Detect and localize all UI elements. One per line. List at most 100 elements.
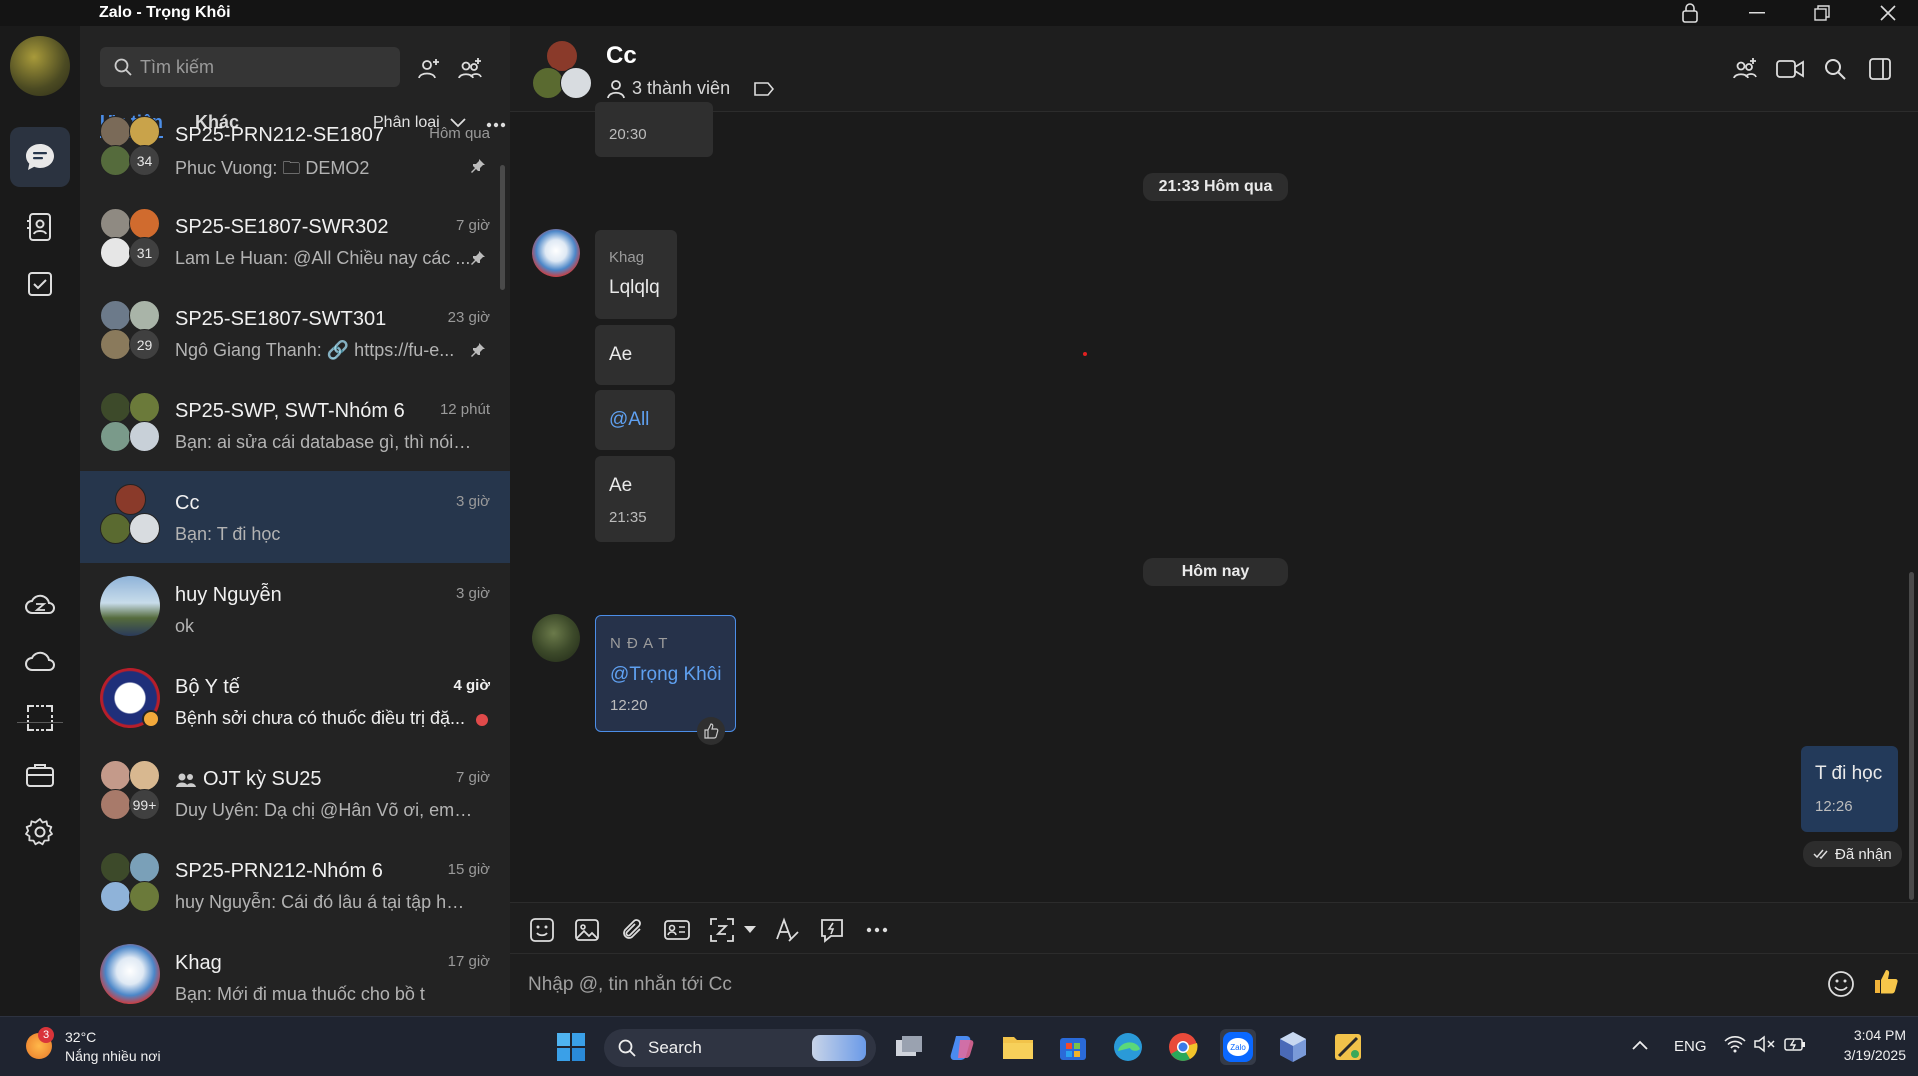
task-view-icon[interactable] — [891, 1029, 927, 1065]
edge-browser-icon[interactable] — [1110, 1029, 1146, 1065]
conversation-time: 4 giờ — [453, 677, 490, 694]
conversation-preview: ok — [175, 616, 195, 636]
member-count-badge: 99+ — [129, 789, 160, 820]
image-icon[interactable] — [572, 915, 602, 945]
contacts-nav-icon[interactable] — [10, 197, 70, 257]
screenshot-icon[interactable] — [10, 688, 70, 748]
battery-icon[interactable] — [1784, 1036, 1806, 1057]
svg-text:Zalo: Zalo — [1230, 1043, 1246, 1052]
conversation-name: huy Nguyễn — [175, 584, 282, 606]
conversation-preview: Bạn: ai sửa cái database gì, thì nói lên… — [175, 432, 475, 452]
todo-nav-icon[interactable] — [10, 254, 70, 314]
thumbs-up-send-icon[interactable] — [1872, 968, 1900, 1001]
chevron-down-icon[interactable] — [735, 915, 765, 945]
more-options-icon[interactable] — [862, 915, 892, 945]
chrome-browser-icon[interactable] — [1165, 1029, 1201, 1065]
file-explorer-icon[interactable] — [1000, 1029, 1036, 1065]
conversation-item[interactable]: 31 SP25-SE1807-SWR302 7 giờ Lam Le Huan:… — [80, 195, 510, 287]
volume-muted-icon[interactable] — [1754, 1035, 1776, 1058]
chevron-up-icon[interactable] — [1632, 1037, 1648, 1055]
sticker-icon[interactable] — [527, 915, 557, 945]
quick-message-icon[interactable] — [817, 915, 847, 945]
conversation-item[interactable]: 29 SP25-SE1807-SWT301 23 giờ Ngô Giang T… — [80, 287, 510, 379]
search-box[interactable] — [100, 47, 400, 87]
briefcase-icon[interactable] — [10, 745, 70, 805]
copilot-icon[interactable] — [945, 1029, 981, 1065]
windows-start-icon[interactable] — [553, 1029, 589, 1065]
search-icon[interactable] — [1820, 54, 1850, 84]
sidebar-scrollbar[interactable] — [500, 165, 505, 290]
text-format-icon[interactable] — [772, 915, 802, 945]
date-separator: Hôm nay — [1143, 558, 1288, 586]
add-member-icon[interactable] — [1730, 54, 1760, 84]
message-bubble[interactable]: Ae — [595, 325, 675, 385]
settings-icon[interactable] — [10, 802, 70, 862]
capture-icon[interactable] — [707, 915, 737, 945]
date-separator: 21:33 Hôm qua — [1143, 173, 1288, 201]
attachment-icon[interactable] — [617, 915, 647, 945]
search-input[interactable] — [140, 56, 380, 78]
user-avatar[interactable] — [10, 36, 70, 96]
app-cube-icon[interactable] — [1275, 1029, 1311, 1065]
message-text: Ae — [609, 475, 633, 496]
conversation-item[interactable]: SP25-PRN212-Nhóm 6 15 giờ huy Nguyễn: Cá… — [80, 839, 510, 931]
message-time: 12:20 — [610, 697, 648, 714]
message-input[interactable] — [528, 968, 1728, 1002]
conversation-preview: Ngô Giang Thanh: 🔗 https://fu-e... — [175, 340, 455, 360]
message-bubble[interactable]: N Đ A T @Trọng Khôi 12:20 — [595, 615, 736, 732]
wifi-icon[interactable] — [1724, 1035, 1746, 1058]
tag-icon[interactable] — [754, 81, 775, 96]
conversation-item[interactable]: huy Nguyễn 3 giờ ok — [80, 563, 510, 655]
os-taskbar: 3 32°C Nắng nhiều nơi Search Zalo ENG 3:… — [0, 1016, 1918, 1076]
member-count-badge: 29 — [129, 329, 160, 360]
sender-avatar[interactable] — [532, 614, 580, 662]
my-message-bubble[interactable]: T đi học 12:26 — [1801, 746, 1898, 832]
add-friend-icon[interactable] — [414, 54, 444, 84]
message-bubble[interactable]: Ae 21:35 — [595, 456, 675, 542]
restore-icon[interactable] — [1792, 0, 1852, 26]
react-button[interactable] — [697, 717, 725, 745]
conversation-item[interactable]: SP25-SWP, SWT-Nhóm 6 12 phút Bạn: ai sửa… — [80, 379, 510, 471]
conversation-item[interactable]: 34 SP25-PRN212-SE1807 Hôm qua Phuc Vuong… — [80, 103, 510, 195]
message-time: 12:26 — [1815, 798, 1853, 815]
message-bubble[interactable]: 20:30 — [595, 102, 713, 157]
group-avatar[interactable] — [532, 40, 592, 100]
message-bubble[interactable]: @All — [595, 390, 675, 450]
conversation-time: 17 giờ — [447, 953, 490, 970]
video-call-icon[interactable] — [1775, 54, 1805, 84]
group-avatar: 31 — [100, 208, 160, 268]
zalo-taskbar-icon[interactable]: Zalo — [1220, 1029, 1256, 1065]
verified-icon — [142, 710, 160, 728]
taskbar-search[interactable]: Search — [604, 1029, 876, 1067]
contact-card-icon[interactable] — [662, 915, 692, 945]
conversation-info-icon[interactable] — [1865, 54, 1895, 84]
conversation-item[interactable]: 99+ OJT kỳ SU25 7 giờ Duy Uyên: Dạ chị @… — [80, 747, 510, 839]
sender-name: N Đ A T — [610, 635, 669, 652]
lock-icon[interactable] — [1660, 0, 1720, 26]
cloud-icon[interactable] — [10, 631, 70, 691]
mention-text[interactable]: @All — [609, 409, 649, 431]
cloud-sync-icon[interactable] — [10, 574, 70, 634]
conversation-item-selected[interactable]: Cc 3 giờ Bạn: T đi học — [80, 471, 510, 563]
chat-nav-icon[interactable] — [10, 127, 70, 187]
conversation-item[interactable]: Bộ Y tế 4 giờ Bệnh sởi chưa có thuốc điề… — [80, 655, 510, 747]
message-time: 20:30 — [609, 126, 647, 143]
group-avatar — [100, 392, 160, 452]
store-icon[interactable] — [1055, 1029, 1091, 1065]
emoji-icon[interactable] — [1827, 970, 1855, 1003]
member-count[interactable]: 3 thành viên — [606, 78, 775, 99]
pin-icon — [471, 159, 485, 173]
chat-scrollbar[interactable] — [1909, 572, 1914, 900]
input-language[interactable]: ENG — [1674, 1038, 1707, 1055]
weather-widget[interactable]: 3 32°C Nắng nhiều nơi — [20, 1027, 190, 1067]
minimize-icon[interactable] — [1727, 0, 1787, 26]
clock[interactable]: 3:04 PM 3/19/2025 — [1816, 1027, 1906, 1063]
create-group-icon[interactable] — [455, 54, 485, 84]
close-icon[interactable] — [1858, 0, 1918, 26]
conversation-item[interactable]: Khag 17 giờ Bạn: Mới đi mua thuốc cho bồ… — [80, 931, 510, 1016]
chat-panel: Cc 3 thành viên 20:30 21:33 Hôm qua Khag… — [510, 26, 1918, 1016]
mention-text[interactable]: @Trọng Khôi — [610, 664, 722, 686]
message-bubble[interactable]: Khag Lqlqlq — [595, 230, 677, 319]
sender-avatar[interactable] — [532, 229, 580, 277]
app-tool-icon[interactable] — [1330, 1029, 1366, 1065]
